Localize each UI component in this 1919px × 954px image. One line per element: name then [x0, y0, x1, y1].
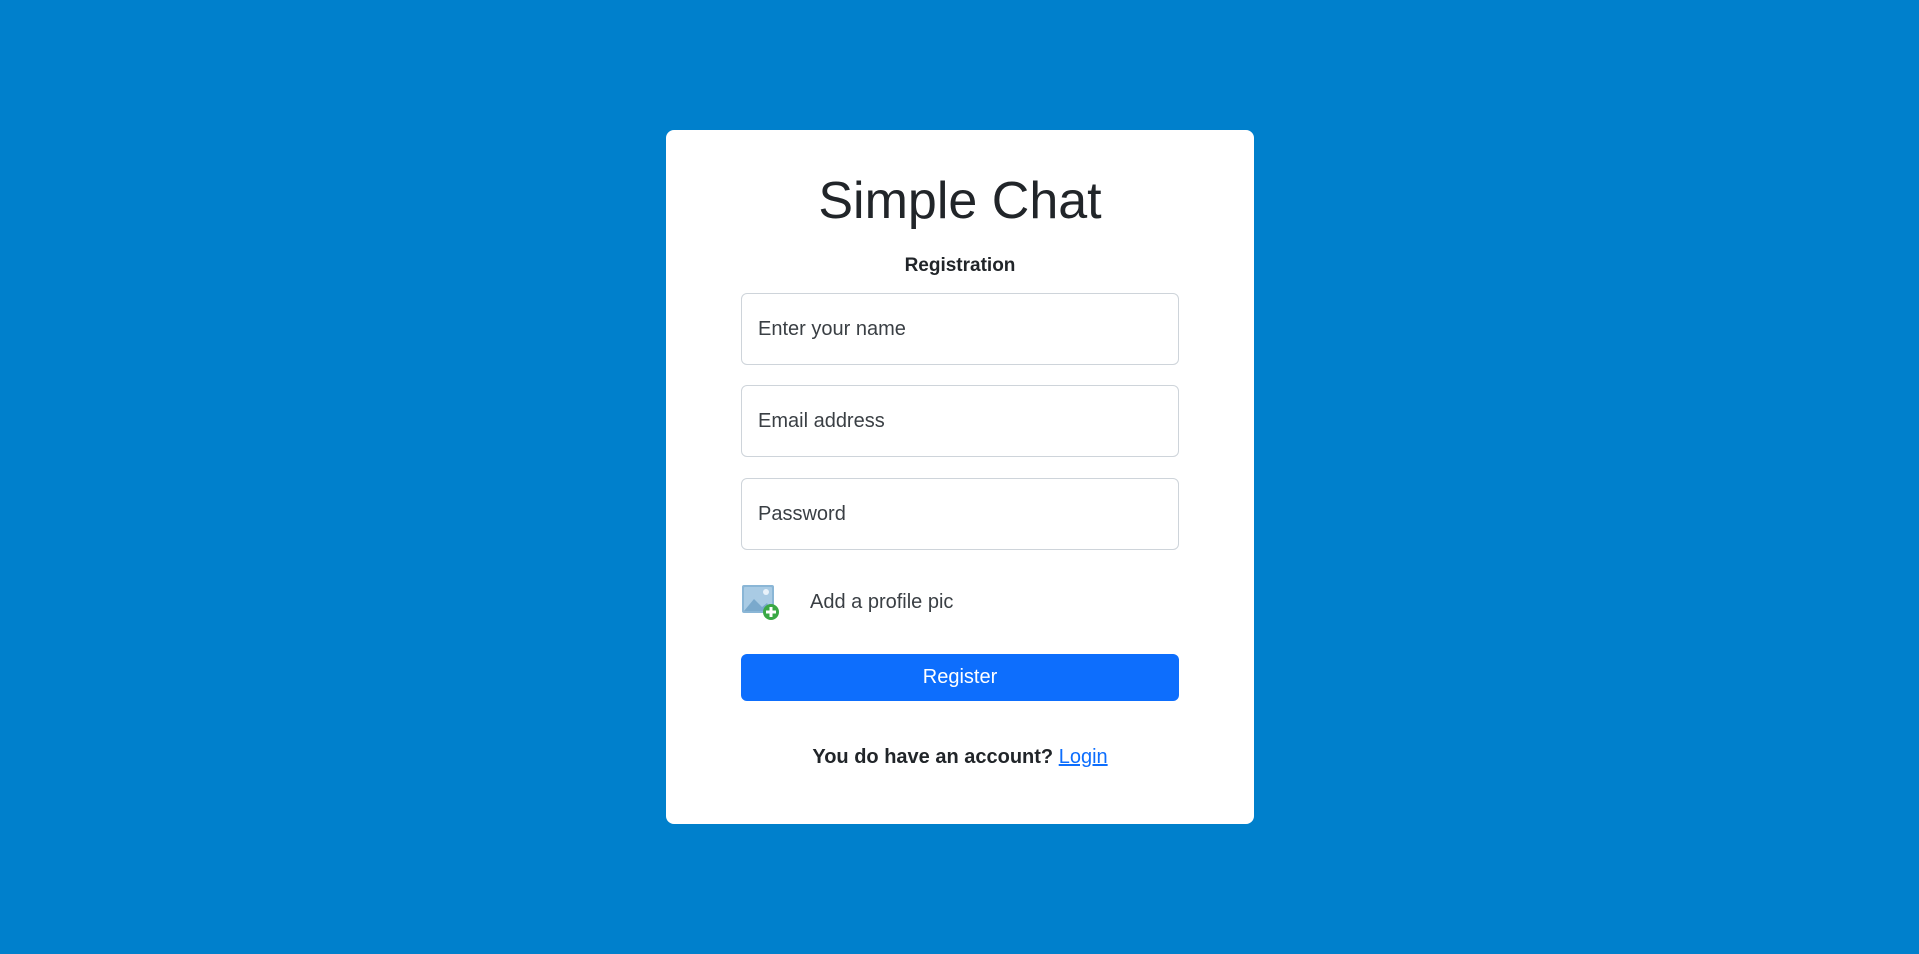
form-subtitle: Registration — [904, 255, 1016, 276]
profile-pic-picker[interactable]: Add a profile pic — [741, 582, 953, 622]
name-input[interactable] — [741, 293, 1179, 365]
email-input[interactable] — [741, 385, 1179, 457]
login-link[interactable]: Login — [1059, 746, 1108, 768]
password-input[interactable] — [741, 478, 1179, 550]
app-title: Simple Chat — [818, 172, 1102, 230]
registration-card: Simple Chat Registration Add a profile p… — [666, 130, 1254, 824]
login-prompt-text: You do have an account? — [812, 746, 1054, 768]
register-button[interactable]: Register — [741, 654, 1179, 701]
profile-pic-label: Add a profile pic — [810, 590, 954, 613]
add-image-icon — [741, 583, 781, 621]
login-prompt: You do have an account? Login — [666, 746, 1254, 769]
